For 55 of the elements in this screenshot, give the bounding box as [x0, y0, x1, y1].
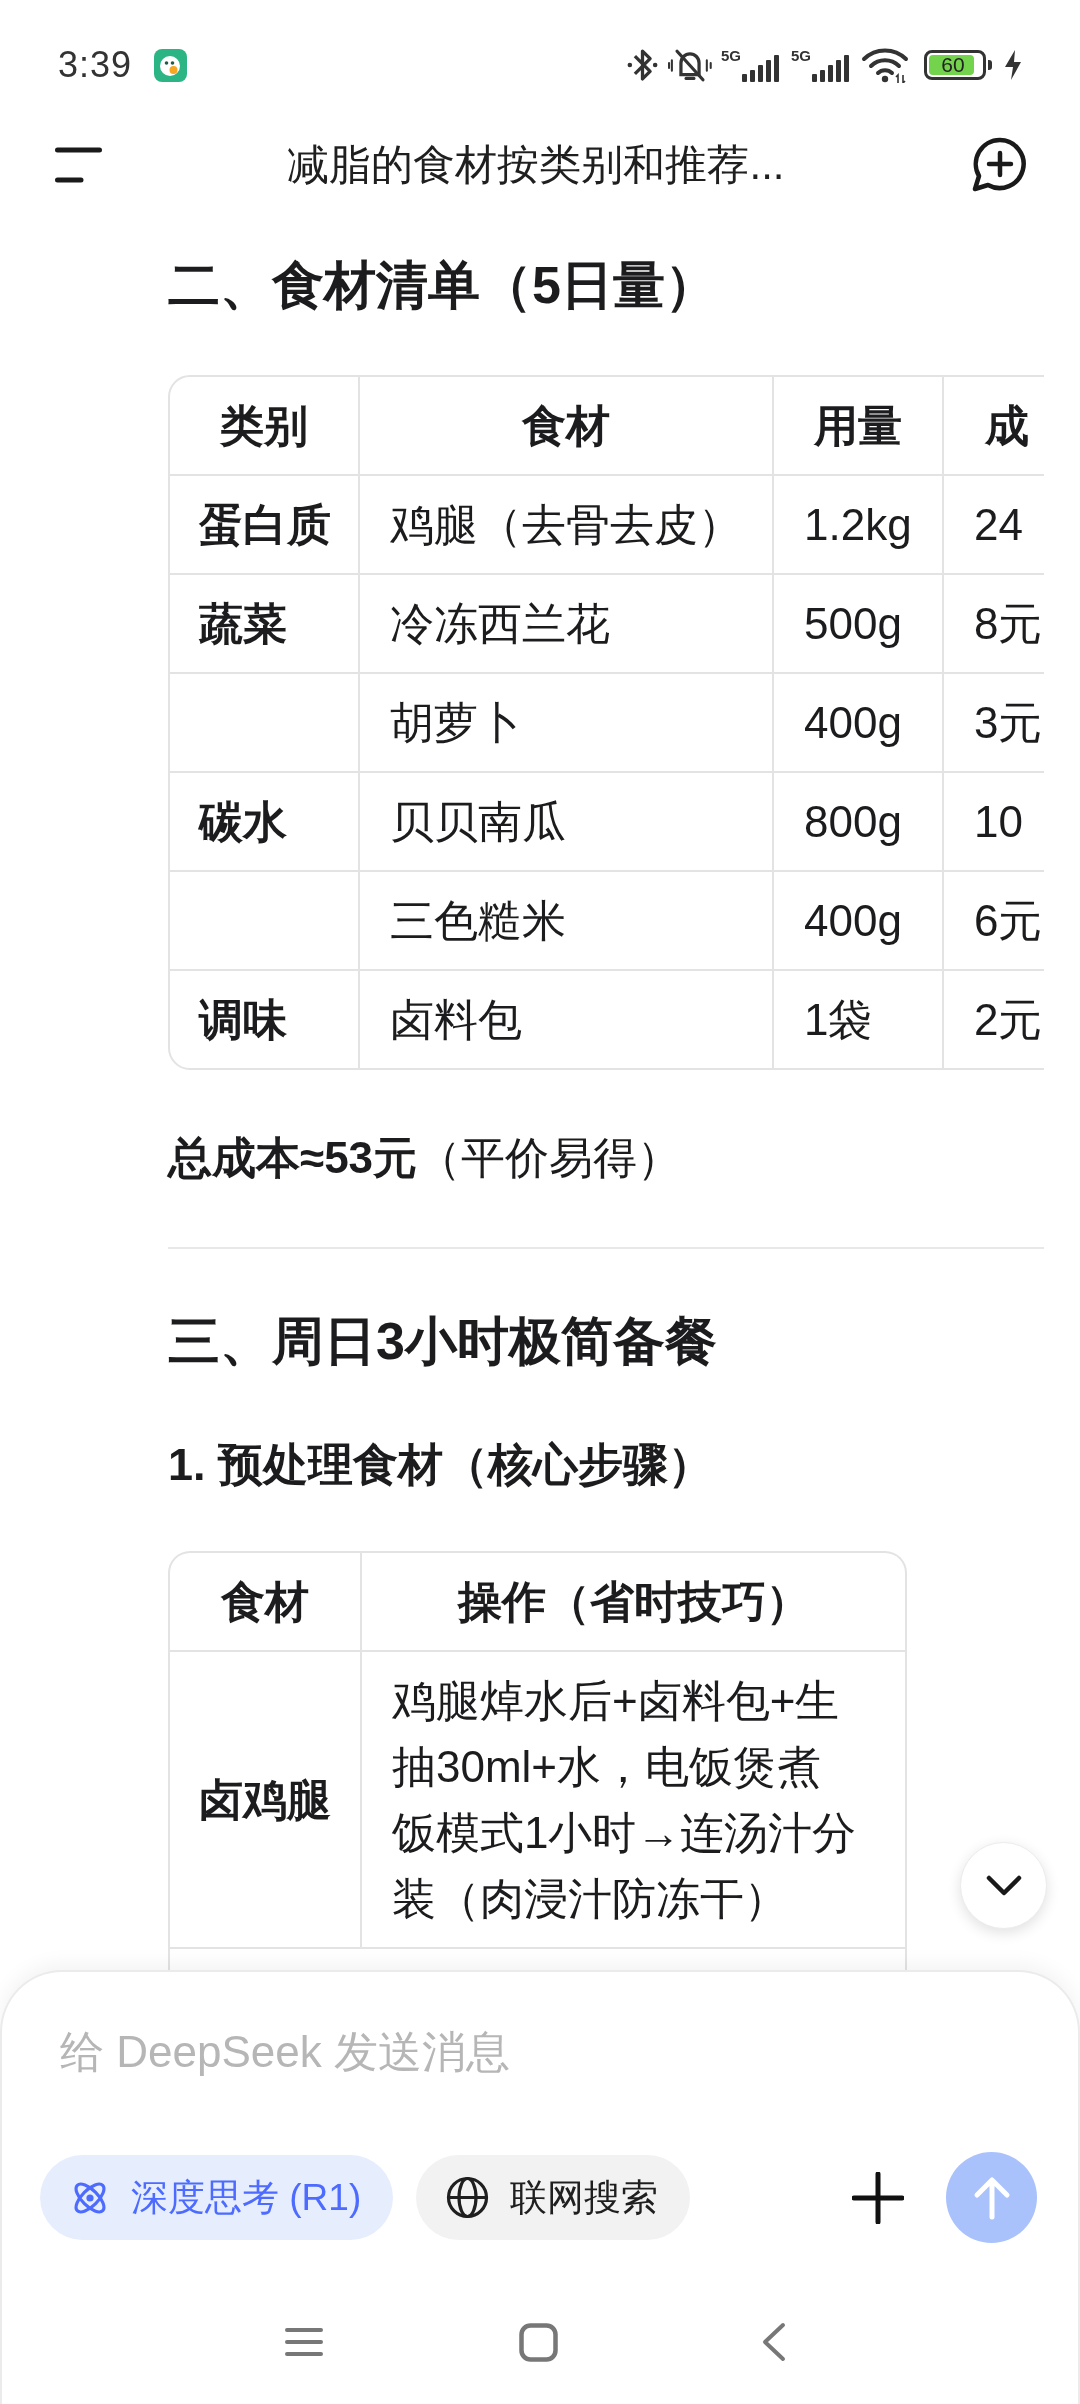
table-cell: 500g	[772, 573, 942, 672]
table-cell: 三色糙米	[358, 870, 772, 969]
table-cell: 1.2kg	[772, 474, 942, 573]
menu-icon[interactable]	[55, 147, 102, 183]
table-cell: 1袋	[772, 969, 942, 1068]
table-cell: 24	[942, 474, 1044, 573]
column-header: 用量	[772, 377, 942, 474]
charging-bolt-icon	[1003, 50, 1023, 80]
column-header: 食材	[358, 377, 772, 474]
plus-icon[interactable]	[852, 2171, 904, 2224]
column-header: 成	[942, 377, 1044, 474]
table-cell: 胡萝卜	[358, 672, 772, 771]
table-cell: 2元	[942, 969, 1044, 1068]
back-icon[interactable]	[760, 2322, 787, 2362]
globe-icon	[446, 2176, 490, 2219]
status-time: 3:39	[58, 44, 133, 86]
section-heading: 三、周日3小时极简备餐	[168, 1311, 717, 1372]
app-icon	[154, 48, 188, 82]
table-cell: 3元	[942, 672, 1044, 771]
table-cell: 蔬菜	[170, 573, 358, 672]
table-cell: 400g	[772, 672, 942, 771]
conversation-title: 减脂的食材按类别和推荐...	[287, 140, 785, 190]
table-cell: 鸡腿（去骨去皮）	[358, 474, 772, 573]
table-cell: 碳水	[170, 771, 358, 870]
square-icon[interactable]	[519, 2322, 558, 2362]
table-cell: 蛋白质	[170, 474, 358, 573]
summary-text: 总成本≈53元（平价易得）	[168, 1132, 682, 1184]
bluetooth-icon	[625, 46, 659, 84]
table-cell: 冷冻西兰花	[358, 573, 772, 672]
battery-percentage: 60	[941, 54, 965, 76]
chat-plus-icon[interactable]	[970, 137, 1028, 193]
column-header: 操作（省时技巧）	[360, 1553, 905, 1650]
wifi-icon	[861, 47, 909, 83]
table-cell: 800g	[772, 771, 942, 870]
reasoning-toggle-button[interactable]: 深度思考 (R1)	[40, 2155, 394, 2240]
table-cell: 贝贝南瓜	[358, 771, 772, 870]
column-header: 类别	[219, 400, 309, 452]
column-header: 食材	[220, 1576, 310, 1628]
table-cell: 卤鸡腿	[170, 1650, 360, 1949]
table-cell: 400g	[772, 870, 942, 969]
subsection-heading: 1. 预处理食材（核心步骤）	[168, 1438, 714, 1492]
table-cell: 卤料包	[358, 969, 772, 1068]
network-type-label: 5G	[791, 48, 811, 63]
table-cell: 6元	[942, 870, 1044, 969]
signal-icon	[742, 54, 782, 82]
signal-icon	[812, 54, 852, 82]
network-type-label: 5G	[720, 48, 741, 63]
section-heading: 二、食材清单（5日量）	[168, 255, 717, 316]
table-cell: 10	[942, 771, 1044, 870]
table-cell: 调味	[170, 969, 358, 1068]
table-cell: 8元	[942, 573, 1044, 672]
web-search-toggle-button[interactable]: 联网搜索	[416, 2155, 691, 2240]
table-cell: 鸡腿焯水后+卤料包+生抽30ml+水，电饭煲煮饭模式1小时→连汤汁分装（肉浸汁防冻干）	[360, 1650, 905, 1949]
message-input[interactable]: 给 DeepSeek 发送消息	[40, 2022, 1037, 2082]
chevron-down-icon	[985, 1874, 1022, 1897]
